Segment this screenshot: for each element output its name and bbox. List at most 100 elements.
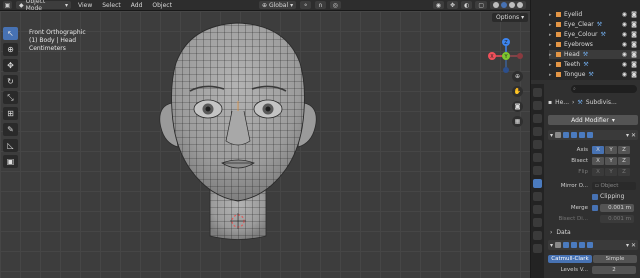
material-shading-icon[interactable]: [509, 2, 515, 8]
proportional-edit-toggle[interactable]: ◎: [329, 1, 341, 9]
dropdown-icon[interactable]: ▾: [626, 242, 629, 249]
gizmo-toggle[interactable]: ✥: [447, 1, 459, 9]
collapse-icon[interactable]: ▾: [550, 132, 553, 139]
view-layer-tab-icon[interactable]: [533, 127, 542, 136]
cage-toggle-icon[interactable]: [571, 132, 578, 138]
options-button[interactable]: Options ▾: [492, 13, 529, 22]
visibility-dropdown[interactable]: ◉: [432, 1, 445, 9]
camera-icon[interactable]: ◙: [631, 31, 637, 38]
expand-icon[interactable]: ▸: [549, 62, 553, 68]
viewport-toggle-icon[interactable]: [579, 132, 586, 138]
xray-toggle[interactable]: ▢: [475, 1, 487, 9]
rendered-shading-icon[interactable]: [517, 2, 523, 8]
viewport-toggle-icon[interactable]: [579, 242, 586, 248]
edit-mode-toggle-icon[interactable]: [563, 242, 570, 248]
solid-shading-icon[interactable]: [501, 2, 507, 8]
snap-toggle[interactable]: ∩: [315, 1, 326, 9]
close-icon[interactable]: ✕: [631, 242, 636, 249]
constraints-tab-icon[interactable]: [533, 218, 542, 227]
camera-icon[interactable]: ◙: [631, 71, 637, 78]
flip-y-toggle[interactable]: Y: [605, 167, 617, 176]
properties-search[interactable]: ⌕: [571, 85, 637, 93]
wireframe-shading-icon[interactable]: [493, 2, 499, 8]
close-icon[interactable]: ✕: [631, 132, 636, 139]
flip-x-toggle[interactable]: X: [592, 167, 604, 176]
axis-y-toggle[interactable]: Y: [605, 145, 617, 154]
expand-icon[interactable]: ▸: [549, 22, 553, 28]
bisect-y-toggle[interactable]: Y: [605, 156, 617, 165]
outliner-item[interactable]: ▸ Teeth ⚒ ◉ ◙: [549, 60, 640, 69]
mode-dropdown[interactable]: ◆ Object Mode ▾: [16, 0, 71, 12]
render-toggle-icon[interactable]: [587, 132, 594, 138]
outliner-item[interactable]: ▸ Eyelid ◉ ◙: [549, 10, 640, 19]
outliner[interactable]: ▸ Eyelid ◉ ◙ ▸ Eye_Clear ⚒ ◉ ◙ ▸ Eye_Colou…: [531, 0, 640, 80]
menu-select[interactable]: Select: [99, 2, 124, 9]
simple-button[interactable]: Simple: [593, 254, 637, 263]
add-cube-tool[interactable]: ▣: [3, 155, 18, 168]
pin-icon[interactable]: ▪: [548, 99, 552, 106]
catmull-clark-button[interactable]: Catmull-Clark: [548, 254, 592, 263]
outliner-item[interactable]: ▸ Eyebrows ◉ ◙: [549, 40, 640, 49]
navigation-gizmo[interactable]: X Z Y: [486, 36, 526, 76]
3d-viewport[interactable]: ↖ ⊕ ✥ ↻ ⤡ ⊞ ✎ ◺ ▣ Front Orthographic (1)…: [0, 11, 530, 278]
measure-tool[interactable]: ◺: [3, 139, 18, 152]
bisect-distance-field[interactable]: 0.001 m: [600, 214, 634, 223]
expand-icon[interactable]: ▸: [549, 52, 553, 58]
overlay-toggle[interactable]: ◐: [461, 1, 473, 9]
edit-mode-toggle-icon[interactable]: [563, 132, 570, 138]
levels-viewport-field[interactable]: 2: [592, 265, 636, 274]
flip-z-toggle[interactable]: Z: [618, 167, 630, 176]
neg-x-axis-handle[interactable]: [517, 53, 523, 59]
material-tab-icon[interactable]: [533, 244, 542, 253]
eye-icon[interactable]: ◉: [622, 71, 627, 78]
outliner-item[interactable]: ▸ Tongue ⚒ ◉ ◙: [549, 70, 640, 79]
add-modifier-button[interactable]: Add Modifier ▾: [548, 115, 638, 125]
eye-icon[interactable]: ◉: [622, 11, 627, 18]
rotate-tool[interactable]: ↻: [3, 75, 18, 88]
render-toggle-icon[interactable]: [587, 242, 594, 248]
axis-z-toggle[interactable]: Z: [618, 145, 630, 154]
eye-icon[interactable]: ◉: [622, 41, 627, 48]
render-tab-icon[interactable]: [533, 101, 542, 110]
annotate-tool[interactable]: ✎: [3, 123, 18, 136]
move-tool[interactable]: ✥: [3, 59, 18, 72]
mirror-object-field[interactable]: ▫ Object: [592, 181, 636, 190]
expand-icon[interactable]: ▸: [549, 42, 553, 48]
camera-icon[interactable]: ◙: [631, 11, 637, 18]
transform-orientation-dropdown[interactable]: ⊕ Global ▾: [258, 1, 297, 9]
output-tab-icon[interactable]: [533, 114, 542, 123]
menu-object[interactable]: Object: [149, 2, 175, 9]
mirror-modifier-header[interactable]: ▾ ▾ ✕: [548, 130, 638, 140]
camera-icon[interactable]: ◙: [631, 51, 637, 58]
camera-icon[interactable]: ◙: [631, 21, 637, 28]
eye-icon[interactable]: ◉: [622, 51, 627, 58]
select-box-tool[interactable]: ↖: [3, 27, 18, 40]
camera-icon[interactable]: ◙: [631, 61, 637, 68]
eye-icon[interactable]: ◉: [622, 31, 627, 38]
collapse-icon[interactable]: ▾: [550, 242, 553, 249]
perspective-toggle[interactable]: ▦: [512, 116, 523, 127]
merge-checkbox[interactable]: [592, 204, 598, 211]
editor-type-button[interactable]: ▣: [3, 1, 12, 9]
pivot-dropdown[interactable]: ⚬: [300, 1, 312, 9]
axis-x-toggle[interactable]: X: [592, 145, 604, 154]
bisect-z-toggle[interactable]: Z: [618, 156, 630, 165]
dropdown-icon[interactable]: ▾: [626, 132, 629, 139]
expand-icon[interactable]: ▸: [549, 32, 553, 38]
camera-view-button[interactable]: ◙: [512, 101, 523, 112]
menu-add[interactable]: Add: [128, 2, 146, 9]
shading-modes[interactable]: [490, 1, 526, 9]
outliner-item[interactable]: ▸ Eye_Colour ⚒ ◉ ◙: [549, 30, 640, 39]
cursor-tool[interactable]: ⊕: [3, 43, 18, 56]
transform-tool[interactable]: ⊞: [3, 107, 18, 120]
object-tab-icon[interactable]: [533, 166, 542, 175]
physics-tab-icon[interactable]: [533, 205, 542, 214]
modifier-tab-icon[interactable]: [533, 179, 542, 188]
outliner-item-selected[interactable]: ▸ Head ⚒ ◉ ◙: [549, 50, 640, 59]
bisect-x-toggle[interactable]: X: [592, 156, 604, 165]
tool-tab-icon[interactable]: [533, 88, 542, 97]
eye-icon[interactable]: ◉: [622, 21, 627, 28]
neg-z-axis-handle[interactable]: [503, 67, 509, 73]
scene-tab-icon[interactable]: [533, 140, 542, 149]
scale-tool[interactable]: ⤡: [3, 91, 18, 104]
